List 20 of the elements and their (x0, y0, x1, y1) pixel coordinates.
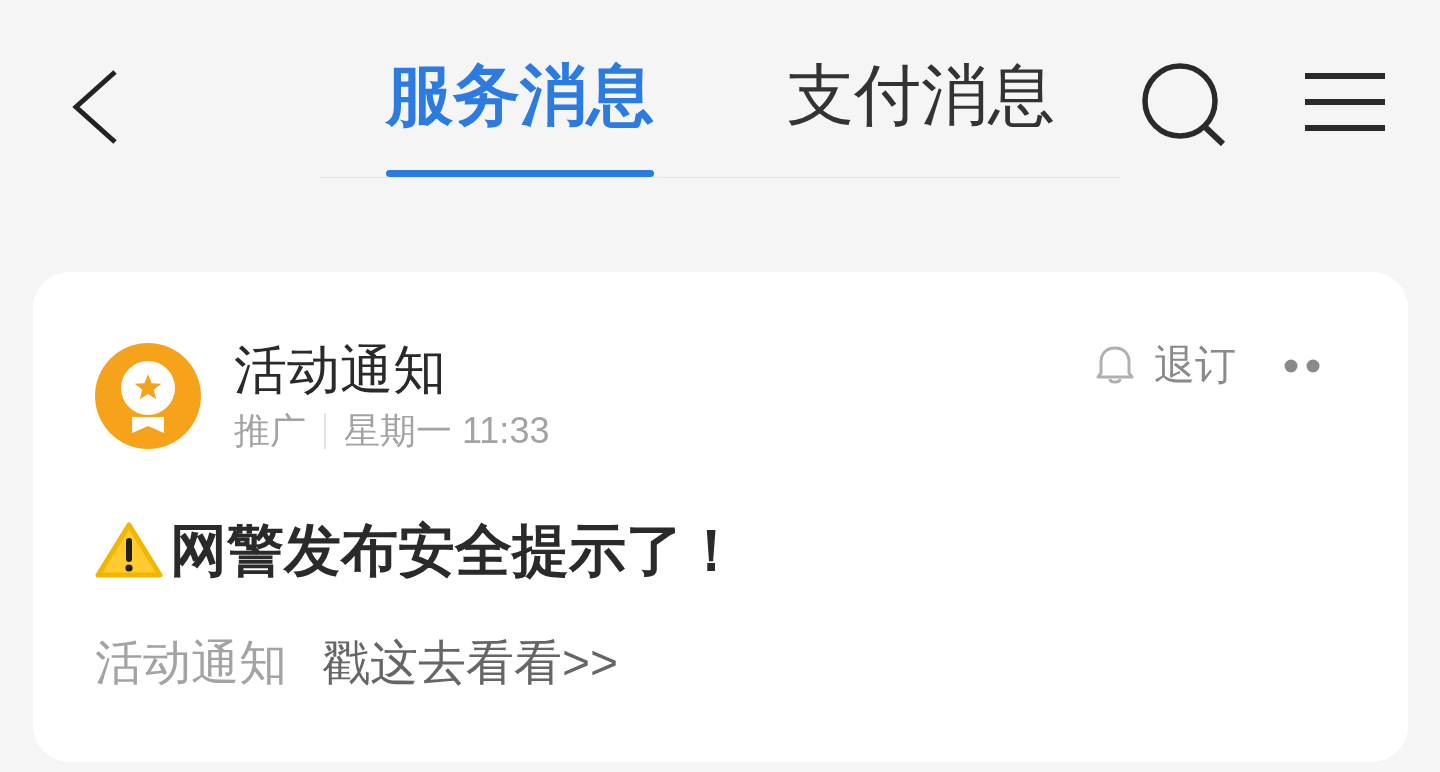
back-button[interactable] (72, 70, 118, 144)
timestamp: 星期一 11:33 (344, 413, 550, 449)
bell-icon (1095, 345, 1135, 386)
search-button[interactable] (1140, 62, 1226, 146)
unsubscribe-button[interactable]: 退订 (1095, 345, 1236, 386)
chevron-left-icon (72, 70, 118, 144)
more-button[interactable] (1284, 358, 1320, 373)
sender-name: 活动通知 (234, 343, 447, 396)
menu-icon (1305, 73, 1385, 131)
view-link[interactable]: 戳这去看看>> (322, 639, 619, 687)
tab[interactable]: 服务消息 (385, 61, 654, 177)
warning-icon (95, 521, 163, 579)
search-icon (1140, 62, 1226, 146)
tag-label: 推广 (234, 413, 306, 449)
menu-button[interactable] (1305, 73, 1385, 131)
category-label: 活动通知 (95, 639, 287, 687)
medal-avatar-icon (95, 343, 201, 449)
message-headline: 网警发布安全提示了！ (170, 521, 740, 579)
more-dots-icon (1284, 358, 1320, 373)
tab[interactable]: 支付消息 (786, 61, 1055, 177)
